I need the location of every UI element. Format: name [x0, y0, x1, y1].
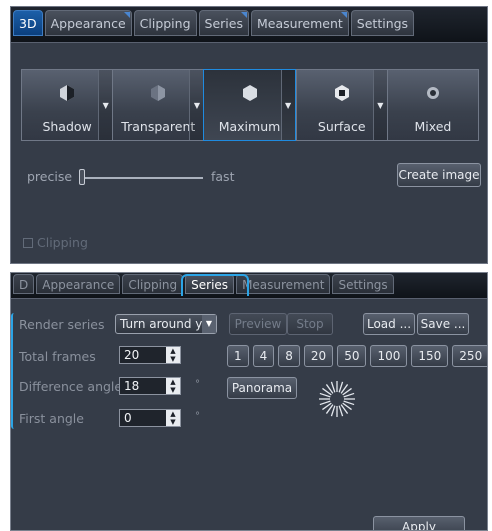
mode-label: Surface	[317, 119, 366, 134]
render-3d-panel: 3D Appearance Clipping Series Measuremen…	[10, 6, 488, 264]
shadow-render-icon	[60, 85, 75, 101]
frame-preset-button[interactable]: 100	[370, 345, 408, 367]
fast-label: fast	[211, 169, 235, 184]
frame-preset-button[interactable]: 50	[337, 345, 367, 367]
rotation-preview-icon	[319, 381, 355, 417]
mode-label: Maximum	[218, 119, 281, 134]
transparent-render-icon	[151, 85, 166, 101]
degree-symbol: °	[195, 379, 200, 390]
tab-bar: D Appearance Clipping Series Measurement…	[11, 273, 487, 299]
maximum-mode-button[interactable]: Maximum ▼	[203, 69, 296, 141]
difference-angle-stepper[interactable]: 18 ▲ ▼	[119, 377, 181, 395]
chevron-down-icon: ▼	[202, 315, 216, 333]
total-frames-label: Total frames	[19, 349, 96, 364]
frame-preset-buttons: 1 4 8 20 50 100 150 250	[227, 345, 487, 367]
difference-angle-label: Difference angle	[19, 379, 123, 394]
stepper-arrows-icon[interactable]: ▲ ▼	[166, 410, 180, 426]
mode-label: Mixed	[414, 119, 452, 134]
save-button[interactable]: Save ...	[417, 313, 469, 335]
tab-clipping[interactable]: Clipping	[122, 274, 184, 294]
degree-symbol: °	[195, 411, 200, 422]
frame-preset-button[interactable]: 150	[411, 345, 449, 367]
difference-angle-value: 18	[124, 379, 140, 393]
tab-3d[interactable]: D	[13, 274, 35, 294]
surface-render-icon	[334, 85, 349, 101]
frame-preset-button[interactable]: 1	[227, 345, 249, 367]
tab-measurement[interactable]: Measurement	[250, 10, 349, 36]
frame-preset-button[interactable]: 250	[452, 345, 487, 367]
apply-button[interactable]: Apply	[373, 516, 465, 530]
precise-label: precise	[27, 169, 73, 184]
mixed-mode-button[interactable]: Mixed	[386, 69, 480, 141]
tab-3d[interactable]: 3D	[13, 10, 43, 36]
mode-label: Transparent	[121, 119, 196, 134]
settings-group-highlight	[11, 313, 14, 429]
create-image-button[interactable]: Create image	[397, 163, 481, 187]
tab-series[interactable]: Series	[198, 10, 249, 36]
tab-label: Settings	[356, 16, 409, 31]
stepper-arrows-icon[interactable]: ▲ ▼	[166, 378, 180, 394]
clipping-checkbox-label: Clipping	[37, 235, 88, 250]
frame-preset-button[interactable]: 20	[303, 345, 334, 367]
speed-slider-handle[interactable]	[79, 169, 85, 185]
tab-label: Appearance	[50, 16, 126, 31]
tab-label: Measurement	[256, 16, 343, 31]
tab-appearance[interactable]: Appearance	[36, 274, 121, 294]
stop-button[interactable]: Stop	[287, 313, 333, 335]
mode-label: Shadow	[42, 119, 92, 134]
first-angle-stepper[interactable]: 0 ▲ ▼	[119, 409, 181, 427]
stepper-arrows-icon[interactable]: ▲ ▼	[166, 347, 180, 363]
speed-slider-track[interactable]	[79, 177, 203, 179]
dropdown-arrow-icon[interactable]: ▼	[372, 70, 387, 140]
first-angle-value: 0	[124, 411, 132, 425]
tab-measurement[interactable]: Measurement	[236, 274, 331, 294]
tab-clipping[interactable]: Clipping	[133, 10, 197, 36]
shadow-mode-button[interactable]: Shadow ▼	[21, 69, 113, 141]
total-frames-value: 20	[124, 348, 140, 362]
tab-label: Series	[204, 16, 243, 31]
render-series-value: Turn around y	[120, 317, 203, 331]
maximum-render-icon	[242, 85, 257, 101]
preview-button[interactable]: Preview	[229, 313, 287, 335]
tab-bar: 3D Appearance Clipping Series Measuremen…	[11, 7, 487, 43]
frame-preset-button[interactable]: 8	[278, 345, 300, 367]
dropdown-arrow-icon[interactable]: ▼	[280, 70, 295, 140]
tab-settings[interactable]: Settings	[350, 10, 415, 36]
render-series-label: Render series	[19, 317, 105, 332]
surface-mode-button[interactable]: Surface ▼	[295, 69, 387, 141]
clipping-checkbox-row[interactable]: Clipping	[23, 235, 88, 250]
dropdown-arrow-icon[interactable]: ▼	[189, 70, 204, 140]
mixed-render-icon	[426, 87, 439, 99]
load-button[interactable]: Load ...	[363, 313, 415, 335]
frame-preset-button[interactable]: 4	[252, 345, 275, 367]
render-series-select[interactable]: Turn around y ▼	[115, 314, 217, 334]
transparent-mode-button[interactable]: Transparent ▼	[112, 69, 204, 141]
series-tab-highlight	[181, 274, 249, 296]
series-panel: D Appearance Clipping Series Measurement…	[10, 272, 488, 531]
dropdown-arrow-icon[interactable]: ▼	[98, 70, 113, 140]
tab-label: Clipping	[139, 16, 191, 31]
tab-settings[interactable]: Settings	[332, 274, 394, 294]
clipping-checkbox[interactable]	[23, 237, 33, 248]
tab-appearance[interactable]: Appearance	[44, 10, 132, 36]
total-frames-stepper[interactable]: 20 ▲ ▼	[119, 346, 181, 364]
render-mode-buttons: Shadow ▼ Transparent ▼ Maximum ▼ Surface…	[21, 69, 480, 141]
panorama-button[interactable]: Panorama	[227, 377, 297, 399]
first-angle-label: First angle	[19, 411, 84, 426]
